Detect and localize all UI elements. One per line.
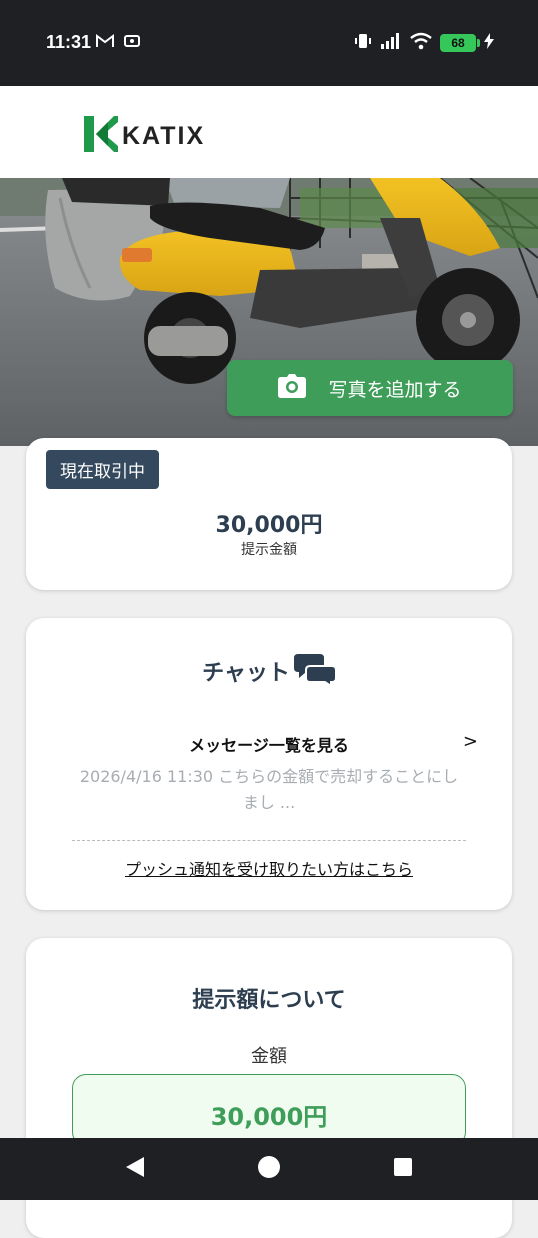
chat-title: チャット bbox=[202, 661, 290, 686]
charging-icon bbox=[484, 33, 494, 53]
offer-price-label: 提示金額 bbox=[241, 542, 297, 558]
amount-label: 金額 bbox=[251, 1046, 287, 1067]
offer-price: 30,000円 bbox=[215, 513, 323, 538]
katix-logo[interactable]: KATIX bbox=[84, 116, 205, 156]
home-button[interactable] bbox=[244, 1138, 294, 1200]
app-header bbox=[0, 86, 538, 178]
back-button[interactable] bbox=[110, 1138, 160, 1200]
message-list-link[interactable]: メッセージ一覧を見る bbox=[26, 732, 512, 756]
status-badge: 現在取引中 bbox=[46, 450, 159, 489]
system-navigation-bar bbox=[0, 1138, 538, 1200]
logo-text: KATIX bbox=[122, 121, 206, 150]
chat-card: チャット メッセージ一覧を見る > 2026/4/16 11:30 こちらの金額… bbox=[26, 618, 512, 910]
latest-message-preview[interactable]: 2026/4/16 11:30 こちらの金額で売却することにし まし ... bbox=[50, 764, 488, 816]
back-icon bbox=[124, 1156, 146, 1182]
preview-line-1: 2026/4/16 11:30 こちらの金額で売却することにし bbox=[79, 767, 459, 786]
preview-line-2: まし ... bbox=[242, 793, 296, 812]
recents-icon bbox=[393, 1157, 413, 1181]
deal-status-card: 現在取引中 30,000円 提示金額 bbox=[26, 438, 512, 590]
wifi-icon bbox=[410, 32, 432, 54]
notification-app-icon bbox=[124, 34, 140, 52]
offer-section-title: 提示額について bbox=[192, 988, 346, 1013]
home-icon bbox=[257, 1155, 281, 1183]
push-notification-link[interactable]: プッシュ通知を受け取りたい方はこちら bbox=[26, 856, 512, 880]
signal-icon bbox=[380, 32, 402, 54]
status-time: 11:31 bbox=[46, 32, 92, 52]
camera-icon bbox=[278, 373, 307, 403]
chat-bubbles-icon bbox=[293, 652, 337, 690]
add-photo-label: 写真を追加する bbox=[328, 378, 462, 401]
gmail-icon bbox=[96, 34, 114, 52]
add-photo-button[interactable]: 写真を追加する bbox=[227, 360, 513, 416]
amount-value: 30,000円 bbox=[210, 1103, 328, 1131]
message-list-arrow[interactable]: > bbox=[463, 731, 478, 752]
recents-button[interactable] bbox=[378, 1138, 428, 1200]
vibrate-icon bbox=[354, 32, 372, 54]
dashed-divider bbox=[72, 840, 466, 841]
amount-box: 30,000円 bbox=[72, 1074, 466, 1146]
katix-logo-icon bbox=[84, 116, 118, 156]
status-bar: 11:31 68 bbox=[0, 0, 538, 86]
battery-indicator: 68 bbox=[440, 34, 480, 52]
